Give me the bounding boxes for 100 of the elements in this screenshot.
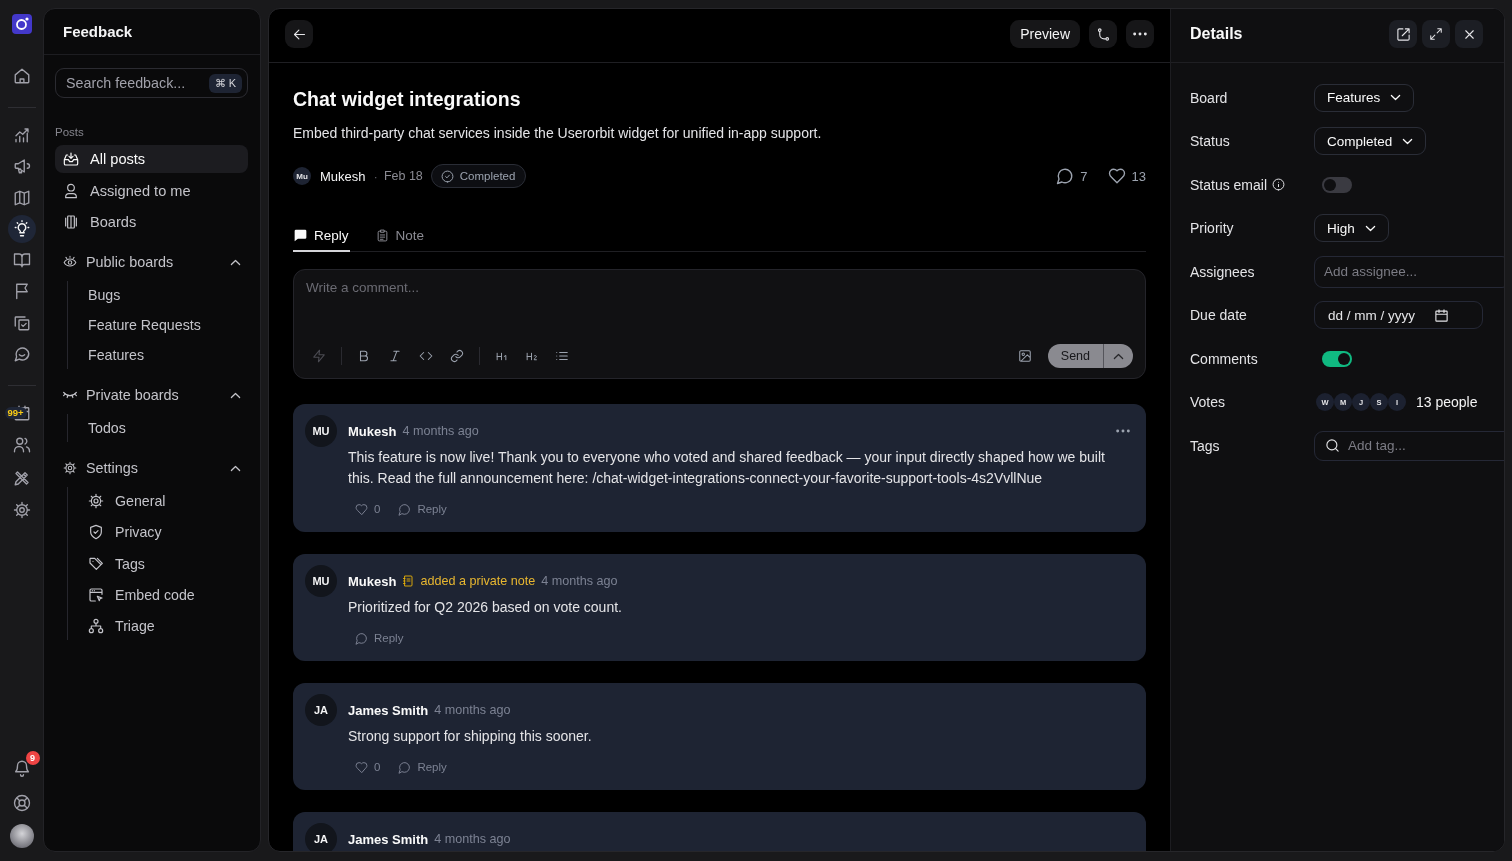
heart-icon (1107, 167, 1126, 185)
field-label: Assignees (1190, 263, 1255, 280)
expand-icon (1429, 27, 1443, 41)
tag-search-field[interactable]: Add tag... (1314, 430, 1504, 461)
logo-icon[interactable] (11, 14, 32, 34)
browser-window-icon (88, 586, 104, 603)
close-button[interactable] (1455, 20, 1483, 48)
bell-icon (12, 759, 31, 777)
reply-button[interactable]: Reply (398, 760, 447, 774)
toggle-switch[interactable] (1322, 350, 1352, 367)
nav-item[interactable]: All posts (55, 145, 248, 173)
author-avatar: Mu (293, 167, 311, 185)
group-header[interactable]: Public boards (55, 248, 248, 276)
tag-input[interactable]: Add tag... (1348, 438, 1504, 454)
link-icon[interactable] (450, 349, 464, 363)
select-dropdown[interactable]: Features (1314, 83, 1415, 112)
initials-avatar: JA (305, 823, 337, 851)
more-button[interactable] (1126, 20, 1154, 48)
tab[interactable]: Note (374, 218, 426, 252)
send-options-button[interactable] (1103, 344, 1133, 368)
calendar-icon (1434, 307, 1449, 323)
initials-avatar: MU (305, 565, 337, 597)
branch-button[interactable] (1089, 20, 1117, 48)
votes-count[interactable]: 13 (1107, 167, 1146, 185)
text-field[interactable]: Add assignee... (1314, 255, 1504, 288)
columns-icon (63, 214, 79, 230)
field-label: Tags (1190, 437, 1220, 454)
panel-title: Details (1190, 25, 1243, 43)
reply-button[interactable]: Reply (355, 631, 404, 645)
comment-text: Prioritized for Q2 2026 based on vote count. (348, 598, 623, 617)
nav-item[interactable]: Features (68, 341, 248, 369)
like-button[interactable]: 0 (355, 760, 381, 774)
toggle-switch[interactable] (1322, 176, 1352, 193)
post-date: Feb 18 (383, 169, 423, 183)
comment-field[interactable]: Write a comment... (306, 280, 1133, 344)
search-field[interactable]: Search feedback... ⌘ K (55, 68, 248, 98)
comment-composer[interactable]: Write a comment... Send (293, 269, 1146, 379)
count-badge: 99+ (4, 407, 27, 420)
preview-button[interactable]: Preview (1010, 20, 1080, 48)
reply-button[interactable]: Reply (398, 502, 447, 516)
select-dropdown[interactable]: Completed (1314, 127, 1427, 156)
author-name: Mukesh (320, 168, 366, 184)
section-label: Posts (55, 125, 85, 139)
megaphone-icon (12, 157, 31, 176)
eye-icon (63, 255, 77, 269)
assignee-input[interactable]: Add assignee... (1324, 264, 1501, 280)
nav-item[interactable]: Triage (68, 612, 248, 641)
note-label: added a private note (420, 574, 536, 588)
group-header[interactable]: Settings (55, 454, 248, 482)
italic-icon[interactable] (388, 349, 402, 363)
list-icon[interactable] (555, 349, 569, 363)
date-input[interactable]: dd / mm / yyyy (1328, 307, 1422, 323)
nav-item[interactable]: General (68, 487, 248, 515)
like-button[interactable]: 0 (355, 502, 381, 516)
expand-button[interactable] (1422, 20, 1450, 48)
tab[interactable]: Reply (293, 218, 350, 252)
separator-dot: · (373, 168, 378, 184)
users-icon (12, 436, 31, 455)
bold-icon[interactable] (357, 349, 371, 363)
shortcut-hint: ⌘ K (208, 73, 242, 93)
nav-item[interactable]: Bugs (68, 281, 248, 309)
select-dropdown[interactable]: High (1314, 214, 1389, 243)
date-field[interactable]: dd / mm / yyyy (1314, 301, 1483, 330)
field-label: Comments (1190, 350, 1258, 367)
chevron-down-icon (1364, 224, 1376, 232)
nav-item[interactable]: Tags (68, 549, 248, 578)
more-icon (1133, 32, 1147, 36)
comment-text: This feature is now live! Thank you to everyone who voted and shared feedback — your input directly shaped how we built this. Read the full announcement here: /chat-widget-integrations-connect-your-favorite-support-tools-4s2VvllNue (348, 448, 1106, 488)
search-input[interactable]: Search feedback... (66, 75, 203, 91)
heart-icon (355, 502, 368, 516)
author-name: Mukesh (348, 423, 397, 439)
send-button[interactable]: Send (1047, 344, 1103, 368)
comment-icon (1056, 167, 1075, 185)
chat-bubble-icon (12, 345, 31, 364)
code-icon[interactable] (419, 349, 433, 363)
nav-item[interactable]: Privacy (68, 518, 248, 547)
chevron-up-icon (1113, 352, 1124, 360)
field-label: Status (1190, 133, 1230, 150)
open-external-button[interactable] (1389, 20, 1417, 48)
lifebuoy-icon (12, 794, 31, 812)
nav-item[interactable]: Assigned to me (55, 176, 248, 205)
inbox-icon (63, 151, 79, 167)
external-link-icon (1395, 26, 1411, 42)
bar-chart-icon (12, 126, 31, 144)
nav-item[interactable]: Todos (68, 414, 248, 442)
timestamp: 4 months ago (434, 832, 511, 846)
rail-button[interactable]: 99+ (7, 399, 36, 428)
user-avatar[interactable] (9, 824, 34, 848)
nav-item[interactable]: Feature Requests (68, 311, 248, 339)
nav-item[interactable]: Embed code (68, 580, 248, 609)
rail-button[interactable] (7, 214, 36, 243)
timestamp: 4 months ago (434, 703, 511, 717)
back-button[interactable] (285, 20, 313, 48)
comment-icon (355, 631, 368, 645)
tag-icon (88, 555, 104, 572)
nav-item[interactable]: Boards (55, 208, 248, 236)
votes-summary: 13 people (1416, 394, 1478, 411)
group-header[interactable]: Private boards (55, 381, 248, 409)
image-icon[interactable] (1017, 349, 1032, 363)
comments-count[interactable]: 7 (1056, 167, 1088, 185)
